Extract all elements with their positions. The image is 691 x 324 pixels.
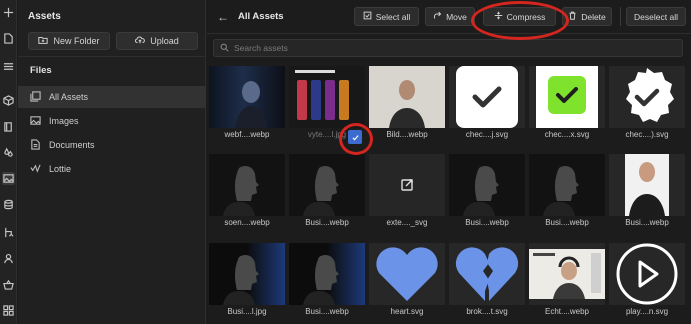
asset-name: Busi....webp <box>465 218 509 227</box>
check-icon <box>351 134 359 140</box>
play-icon <box>616 243 678 305</box>
external-link-icon <box>401 179 413 191</box>
asset-name: Busi....webp <box>545 218 589 227</box>
new-folder-label: New Folder <box>53 36 100 46</box>
nav-item-documents[interactable]: Documents <box>18 134 206 156</box>
icon-rail <box>0 0 17 324</box>
menu-icon[interactable] <box>2 60 15 73</box>
asset-thumbnail <box>289 243 365 305</box>
asset-name: exte...._svg <box>386 218 428 227</box>
image-icon <box>30 115 41 128</box>
stack-icon <box>30 90 41 104</box>
cloud-upload-icon <box>135 35 146 47</box>
asset-name: webf....webp <box>224 130 270 139</box>
flow-icon[interactable] <box>2 226 15 239</box>
nav-item-all-assets[interactable]: All Assets <box>18 86 206 108</box>
asset-name: Busi....webp <box>305 218 349 227</box>
deselect-all-button[interactable]: Deselect all <box>626 7 686 26</box>
asset-thumbnail <box>289 66 365 128</box>
folder-plus-icon <box>38 35 49 47</box>
selected-checkbox[interactable] <box>348 130 362 144</box>
search-input[interactable] <box>234 43 634 53</box>
asset-name: chec....x.svg <box>544 130 590 139</box>
asset-thumbnail <box>289 154 365 216</box>
compress-label: Compress <box>506 11 546 22</box>
asset-thumbnail <box>369 243 445 305</box>
asset-thumbnail <box>449 243 525 305</box>
asset-name: play....n.svg <box>625 307 669 316</box>
basket-icon[interactable] <box>2 278 15 291</box>
nav-label: Lottie <box>49 164 72 174</box>
panel-actions: New Folder Upload <box>28 32 198 50</box>
nav-label: Images <box>49 116 79 126</box>
broken-heart-icon <box>455 247 519 301</box>
asset-name: Echt....webp <box>544 307 590 316</box>
select-all-icon <box>363 11 372 22</box>
asset-thumbnail <box>369 66 445 128</box>
upload-button[interactable]: Upload <box>116 32 198 50</box>
move-button[interactable]: Move <box>425 7 475 26</box>
user-icon[interactable] <box>2 252 15 265</box>
asset-thumbnail <box>529 66 605 128</box>
delete-label: Delete <box>581 11 606 22</box>
apps-icon[interactable] <box>2 304 15 317</box>
move-arrow-icon <box>433 11 442 22</box>
nav-item-lottie[interactable]: Lottie <box>18 158 206 180</box>
deselect-all-label: Deselect all <box>634 11 678 22</box>
asset-thumbnail <box>449 154 525 216</box>
compress-button[interactable]: Compress <box>483 7 556 26</box>
asset-thumbnail <box>529 243 605 305</box>
drops-icon[interactable] <box>2 146 15 159</box>
nav-label: All Assets <box>49 92 89 102</box>
asset-name: soen....webp <box>224 218 270 227</box>
plus-icon[interactable] <box>2 6 15 19</box>
asset-thumbnail <box>209 66 285 128</box>
asset-name: heart.svg <box>390 307 424 316</box>
nav-item-images[interactable]: Images <box>18 110 206 132</box>
heart-icon <box>376 247 438 301</box>
book-icon[interactable] <box>2 120 15 133</box>
select-all-label: Select all <box>375 11 411 22</box>
files-section-title: Files <box>30 65 52 76</box>
back-arrow-icon[interactable]: ← <box>217 10 229 24</box>
asset-thumbnail <box>609 154 685 216</box>
asset-name: Busi....webp <box>625 218 669 227</box>
asset-thumbnail <box>209 154 285 216</box>
asset-name: chec....j.svg <box>465 130 509 139</box>
lottie-icon <box>30 163 41 176</box>
asset-thumbnail <box>529 154 605 216</box>
cube-icon[interactable] <box>2 94 15 107</box>
nav-label: Documents <box>49 140 95 150</box>
delete-button[interactable]: Delete <box>562 7 612 26</box>
toolbar: ← All Assets Select all Move Compress De… <box>207 0 691 34</box>
asset-name: brok....t.svg <box>466 307 508 316</box>
search-icon <box>220 43 229 54</box>
asset-thumbnail <box>209 243 285 305</box>
new-folder-button[interactable]: New Folder <box>28 32 110 50</box>
page-title: All Assets <box>238 11 284 22</box>
document-icon <box>30 138 41 152</box>
asset-name: Bild....webp <box>386 130 428 139</box>
upload-label: Upload <box>150 36 179 46</box>
asset-name: Busi....webp <box>305 307 349 316</box>
asset-thumbnail <box>609 66 685 128</box>
asset-name: chec....).svg <box>625 130 669 139</box>
asset-thumbnail <box>609 243 685 305</box>
asset-thumbnail <box>369 154 445 216</box>
toolbar-separator <box>620 7 621 26</box>
page-icon[interactable] <box>2 32 15 45</box>
database-icon[interactable] <box>2 198 15 211</box>
search-bar[interactable] <box>213 39 683 57</box>
main-area: ← All Assets Select all Move Compress De… <box>207 0 691 324</box>
asset-thumbnail <box>449 66 525 128</box>
compress-icon <box>494 11 503 22</box>
move-label: Move <box>446 11 467 22</box>
image-icon[interactable] <box>2 172 15 185</box>
trash-icon <box>568 11 577 22</box>
panel-divider <box>18 56 206 57</box>
asset-name: Busi....l.jpg <box>227 307 267 316</box>
panel-title: Assets <box>28 11 61 22</box>
select-all-button[interactable]: Select all <box>354 7 419 26</box>
assets-panel: Assets New Folder Upload Files All Asset… <box>18 0 206 324</box>
